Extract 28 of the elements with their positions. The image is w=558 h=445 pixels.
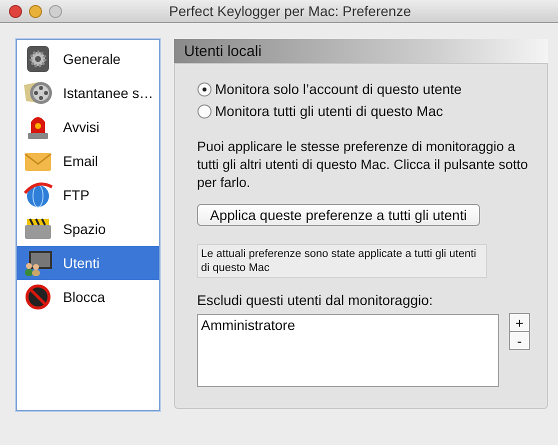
sidebar-item[interactable]: Spazio bbox=[17, 212, 159, 246]
sidebar-item[interactable]: Istantanee s… bbox=[17, 76, 159, 110]
sidebar-item[interactable]: Blocca bbox=[17, 280, 159, 314]
sidebar-item[interactable]: FTP bbox=[17, 178, 159, 212]
window-title: Perfect Keylogger per Mac: Preferenze bbox=[168, 3, 412, 19]
list-item[interactable]: Amministratore bbox=[201, 317, 495, 333]
close-button[interactable] bbox=[9, 4, 22, 18]
globe-icon bbox=[23, 181, 53, 209]
apply-button[interactable]: Applica queste preferenze a tutti gli utenti bbox=[197, 204, 480, 226]
users-icon bbox=[23, 249, 53, 277]
radio-button[interactable] bbox=[197, 82, 212, 96]
sidebar-item[interactable]: Avvisi bbox=[17, 110, 159, 144]
sidebar-item[interactable]: Email bbox=[17, 144, 159, 178]
add-button[interactable]: + bbox=[509, 313, 530, 332]
description-text: Puoi applicare le stesse preferenze di monitoraggio a tutti gli altri utenti di questo Mac. Clicca il pulsante sotto per farlo. bbox=[197, 138, 529, 192]
status-message: Le attuali preferenze sono state applicate a tutti gli utenti di questo Mac bbox=[197, 244, 487, 278]
radio-button[interactable] bbox=[197, 104, 212, 118]
exclude-label: Escludi questi utenti dal monitoraggio: bbox=[197, 292, 434, 308]
sidebar-item[interactable]: Utenti bbox=[17, 246, 159, 280]
zoom-button[interactable] bbox=[49, 4, 62, 18]
minimize-button[interactable] bbox=[29, 4, 42, 18]
radio-option[interactable]: Monitora tutti gli utenti di questo Mac bbox=[197, 100, 547, 122]
remove-button[interactable]: - bbox=[509, 331, 530, 350]
panel-title: Utenti locali bbox=[184, 42, 262, 60]
sidebar-item[interactable]: Generale bbox=[17, 42, 159, 76]
radio-option[interactable]: Monitora solo l’account di questo utente bbox=[197, 78, 547, 100]
film-reel-icon bbox=[23, 79, 53, 107]
prohibited-icon bbox=[23, 283, 53, 311]
